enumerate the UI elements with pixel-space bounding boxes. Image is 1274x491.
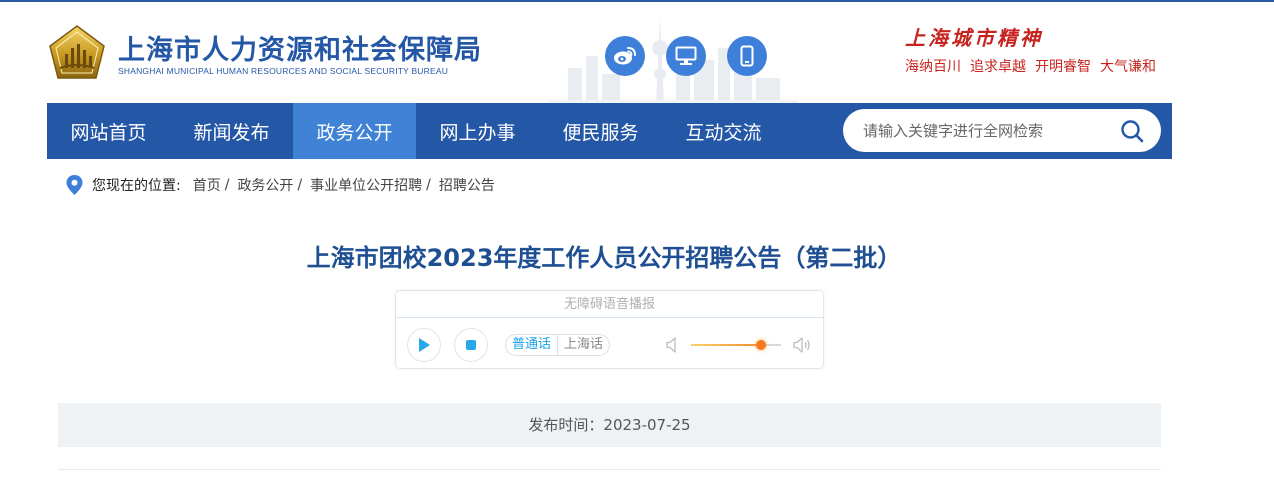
publish-date: 发布时间：2023-07-25: [58, 403, 1161, 447]
weibo-icon: [614, 47, 636, 65]
city-spirit-word: 开明睿智: [1035, 59, 1091, 75]
city-spirit-title: 上海城市精神: [905, 26, 1043, 50]
breadcrumb-separator: /: [297, 177, 303, 193]
breadcrumb-home[interactable]: 首页: [193, 175, 221, 195]
breadcrumb: 您现在的位置: 首页 / 政务公开 / 事业单位公开招聘 / 招聘公告: [66, 175, 495, 195]
bureau-emblem-icon[interactable]: [46, 24, 108, 82]
nav-item-online-services[interactable]: 网上办事: [416, 103, 539, 159]
location-pin-icon: [66, 175, 83, 195]
mobile-icon: [740, 45, 754, 67]
nav-item-public-services[interactable]: 便民服务: [539, 103, 662, 159]
city-spirit-word: 大气谦和: [1100, 59, 1156, 75]
nav-item-home[interactable]: 网站首页: [47, 103, 170, 159]
header: 上海市人力资源和社会保障局 SHANGHAI MUNICIPAL HUMAN R…: [0, 2, 1274, 104]
search-box: [843, 109, 1161, 152]
volume-slider-fill: [691, 344, 762, 346]
mobile-version-button[interactable]: [727, 36, 767, 76]
desktop-version-button[interactable]: [666, 36, 706, 76]
volume-slider[interactable]: [691, 340, 781, 350]
main-nav: 网站首页 新闻发布 政务公开 网上办事 便民服务 互动交流: [47, 103, 1172, 159]
nav-item-interaction[interactable]: 互动交流: [662, 103, 785, 159]
search-icon[interactable]: [1120, 119, 1144, 143]
volume-high-icon[interactable]: [793, 336, 811, 354]
search-input[interactable]: [863, 109, 1113, 152]
nav-item-news[interactable]: 新闻发布: [170, 103, 293, 159]
dialect-shanghainese[interactable]: 上海话: [558, 335, 609, 355]
desktop-icon: [675, 46, 697, 65]
site-title[interactable]: 上海市人力资源和社会保障局: [118, 28, 482, 67]
audio-player: 无障碍语音播报 普通话 上海话: [395, 290, 824, 369]
dialect-toggle: 普通话 上海话: [505, 334, 611, 356]
breadcrumb-separator: /: [224, 177, 230, 193]
stop-icon: [466, 340, 476, 350]
city-spirit-word: 海纳百川: [905, 59, 961, 75]
nav-item-government-affairs[interactable]: 政务公开: [293, 103, 416, 159]
breadcrumb-public-recruitment[interactable]: 事业单位公开招聘: [310, 175, 422, 195]
site-subtitle: SHANGHAI MUNICIPAL HUMAN RESOURCES AND S…: [118, 66, 449, 76]
article-title: 上海市团校2023年度工作人员公开招聘公告（第二批）: [306, 244, 902, 272]
breadcrumb-government-affairs[interactable]: 政务公开: [237, 175, 293, 195]
volume-low-icon[interactable]: [666, 336, 680, 354]
content-divider: [58, 469, 1161, 470]
dialect-mandarin[interactable]: 普通话: [506, 335, 559, 355]
volume-slider-handle[interactable]: [756, 340, 767, 350]
play-icon: [419, 338, 430, 352]
audio-player-title: 无障碍语音播报: [396, 291, 823, 318]
weibo-button[interactable]: [605, 36, 645, 76]
stop-button[interactable]: [454, 328, 488, 362]
city-spirit-words: 海纳百川 追求卓越 开明睿智 大气谦和: [905, 56, 1156, 76]
play-button[interactable]: [407, 328, 441, 362]
breadcrumb-recruitment-notice[interactable]: 招聘公告: [439, 175, 495, 195]
breadcrumb-label: 您现在的位置:: [92, 178, 181, 194]
breadcrumb-separator: /: [426, 177, 431, 193]
city-spirit-word: 追求卓越: [970, 59, 1026, 75]
